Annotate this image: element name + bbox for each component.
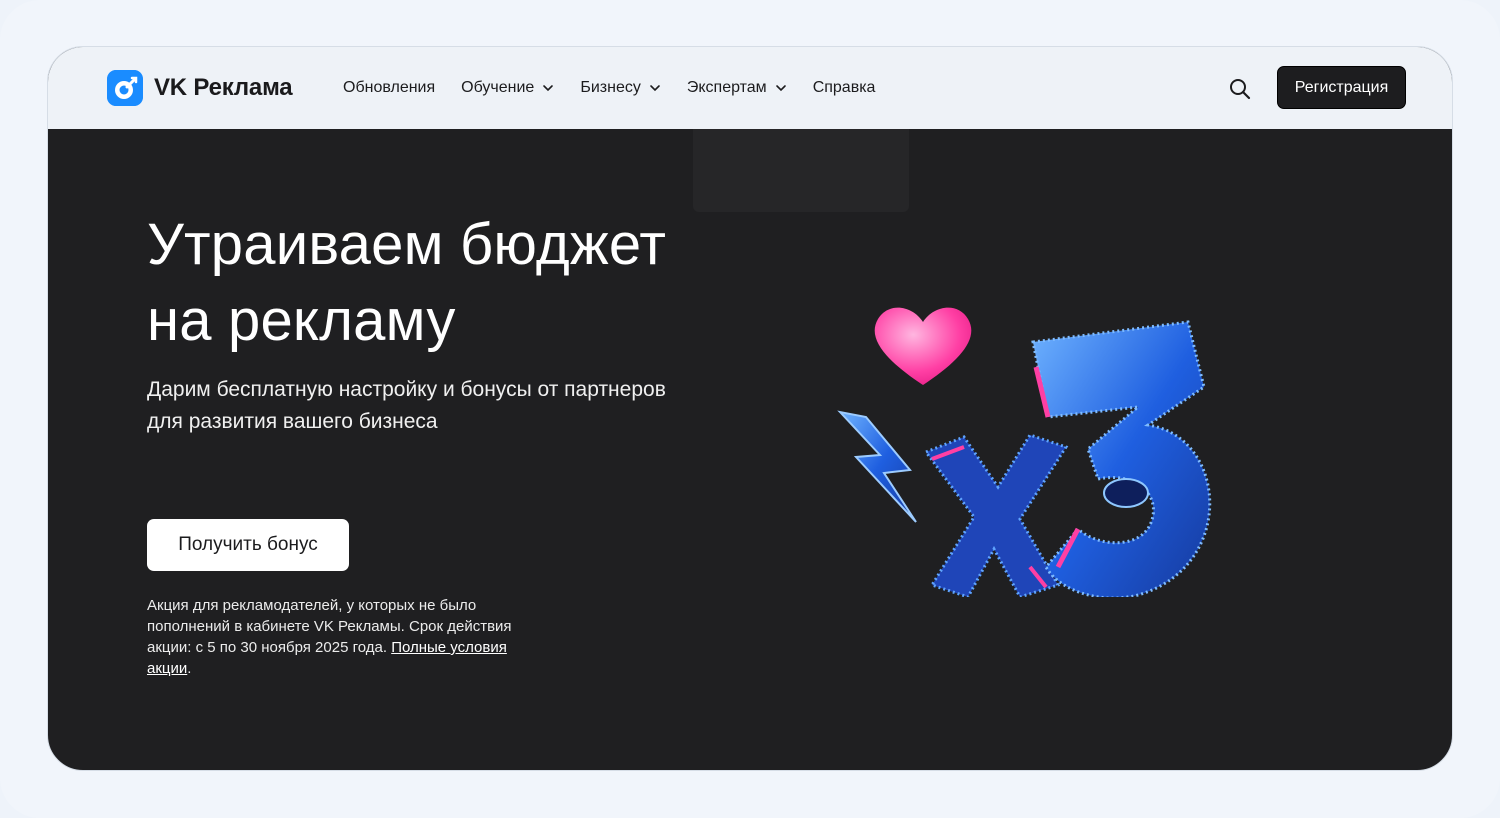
x3-illustration	[837, 307, 1212, 597]
register-button[interactable]: Регистрация	[1277, 66, 1406, 109]
nav-item-label: Обновления	[343, 79, 436, 96]
chevron-down-icon	[775, 85, 786, 92]
heart-icon	[874, 307, 972, 385]
search-icon[interactable]	[1228, 77, 1252, 101]
main-nav: Обновления Обучение Бизнесу Экспертам Сп…	[343, 47, 901, 129]
hero-subtitle: Дарим бесплатную настройку и бонусы от п…	[147, 378, 666, 433]
vk-ads-logo-icon	[107, 70, 143, 106]
chevron-down-icon	[650, 85, 660, 92]
browser-frame: VK Реклама Обновления Обучение Бизнесу Э…	[47, 46, 1453, 771]
brand-name: VK Реклама	[154, 74, 293, 101]
x-letter-icon	[923, 433, 1069, 597]
nav-item-help[interactable]: Справка	[813, 79, 876, 97]
nav-item-label: Обучение	[461, 79, 535, 96]
nav-item-experts[interactable]: Экспертам	[687, 79, 787, 97]
brand-logo[interactable]: VK Реклама	[107, 70, 293, 106]
nav-item-updates[interactable]: Обновления	[343, 79, 435, 97]
hero-title-line-1: Утраиваем бюджет	[147, 212, 667, 277]
site-header: VK Реклама Обновления Обучение Бизнесу Э…	[48, 47, 1452, 129]
nav-item-label: Экспертам	[686, 79, 767, 96]
lightning-icon	[837, 410, 917, 523]
number-three-icon	[1031, 320, 1212, 597]
nav-item-business[interactable]: Бизнесу	[580, 79, 661, 97]
promo-note-end: .	[187, 660, 192, 677]
hero-title-line-2: на рекламу	[147, 288, 456, 353]
dropdown-menu-ghost	[693, 129, 909, 212]
hero-title: Утраиваем бюджет на рекламу	[147, 207, 847, 359]
chevron-down-icon	[543, 85, 554, 92]
nav-item-label: Бизнесу	[580, 79, 641, 96]
page-background: VK Реклама Обновления Обучение Бизнесу Э…	[0, 0, 1500, 818]
nav-item-learning[interactable]: Обучение	[461, 79, 554, 97]
promo-note: Акция для рекламодателей, у которых не б…	[147, 595, 547, 679]
get-bonus-button[interactable]: Получить бонус	[147, 519, 349, 571]
nav-item-label: Справка	[812, 79, 876, 96]
